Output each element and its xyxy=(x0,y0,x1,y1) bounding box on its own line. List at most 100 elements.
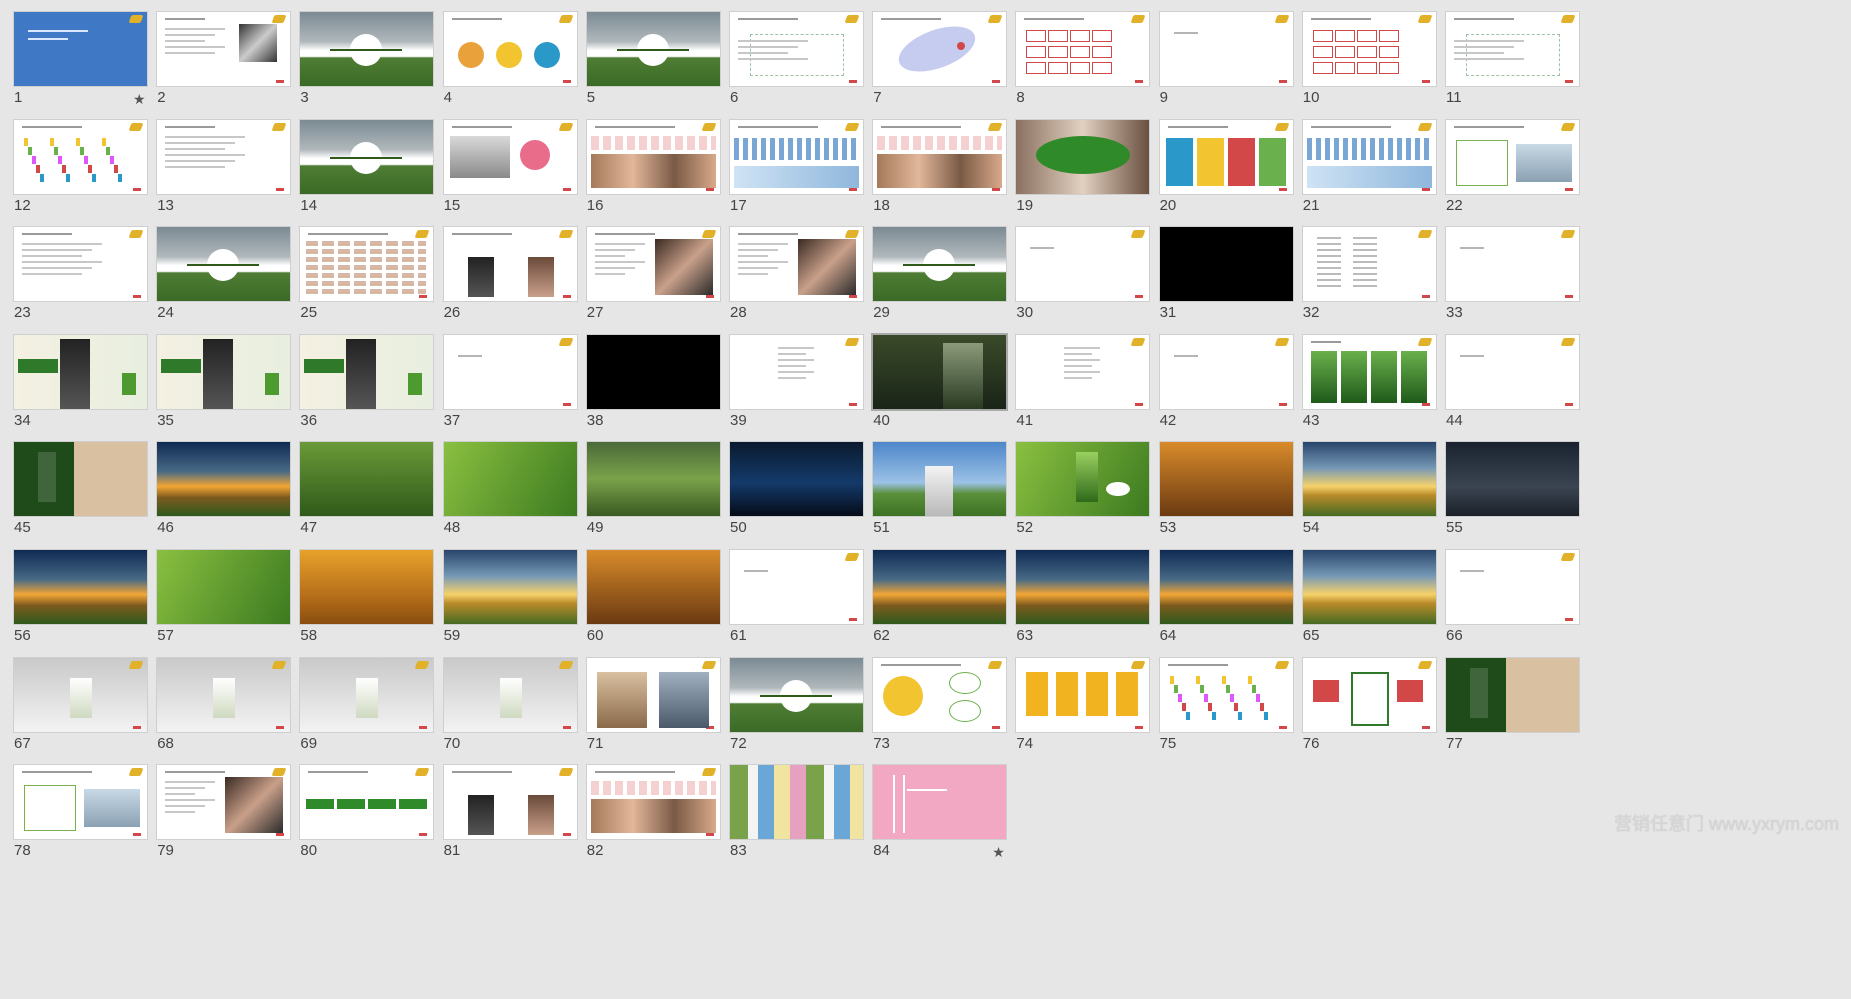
slide-preview[interactable] xyxy=(443,657,577,732)
slide-preview[interactable] xyxy=(443,765,577,840)
slide-thumbnail-22[interactable]: 22 xyxy=(1443,117,1583,222)
slide-preview[interactable] xyxy=(873,227,1007,302)
slide-preview[interactable] xyxy=(443,550,577,624)
slide-preview[interactable] xyxy=(1302,12,1436,86)
slide-thumbnail-36[interactable]: 36 xyxy=(297,332,437,437)
slide-preview[interactable] xyxy=(586,12,720,86)
slide-preview[interactable] xyxy=(443,227,577,302)
slide-thumbnail-52[interactable]: 52 xyxy=(1013,439,1153,544)
slide-preview[interactable] xyxy=(1446,550,1579,624)
slide-thumbnail-29[interactable]: 29 xyxy=(870,224,1010,329)
slide-preview[interactable] xyxy=(1446,119,1579,194)
slide-thumbnail-39[interactable]: 39 xyxy=(727,332,867,437)
slide-thumbnail-13[interactable]: 13 xyxy=(154,117,294,222)
slide-preview[interactable] xyxy=(1446,334,1579,409)
slide-thumbnail-2[interactable]: 2 xyxy=(154,9,294,114)
slide-preview[interactable] xyxy=(157,12,291,86)
slide-preview[interactable] xyxy=(1159,334,1293,409)
slide-preview[interactable] xyxy=(730,119,863,194)
slide-thumbnail-20[interactable]: 20 xyxy=(1157,117,1297,222)
slide-thumbnail-15[interactable]: 15 xyxy=(441,117,581,222)
slide-preview[interactable] xyxy=(14,12,147,86)
slide-preview[interactable] xyxy=(730,12,863,86)
slide-preview[interactable] xyxy=(873,657,1007,732)
slide-thumbnail-60[interactable]: 60 xyxy=(584,547,724,652)
slide-thumbnail-62[interactable]: 62 xyxy=(870,547,1010,652)
slide-thumbnail-7[interactable]: 7 xyxy=(870,9,1010,114)
slide-preview[interactable] xyxy=(586,334,720,409)
slide-preview[interactable] xyxy=(300,334,434,409)
slide-thumbnail-66[interactable]: 66 xyxy=(1443,547,1583,652)
slide-thumbnail-59[interactable]: 59 xyxy=(441,547,581,652)
slide-thumbnail-10[interactable]: 10 xyxy=(1300,9,1440,114)
slide-preview[interactable] xyxy=(873,442,1007,517)
slide-thumbnail-68[interactable]: 68 xyxy=(154,655,294,760)
slide-preview[interactable] xyxy=(300,119,434,194)
slide-preview[interactable] xyxy=(586,657,720,732)
slide-thumbnail-16[interactable]: 16 xyxy=(584,117,724,222)
slide-thumbnail-77[interactable]: 77 xyxy=(1443,655,1583,760)
slide-thumbnail-50[interactable]: 50 xyxy=(727,439,867,544)
slide-thumbnail-25[interactable]: 25 xyxy=(297,224,437,329)
slide-thumbnail-80[interactable]: 80 xyxy=(297,762,437,867)
slide-thumbnail-73[interactable]: 73 xyxy=(870,655,1010,760)
slide-preview[interactable] xyxy=(1302,657,1436,732)
slide-preview[interactable] xyxy=(873,119,1007,194)
slide-preview[interactable] xyxy=(157,442,291,517)
slide-preview[interactable] xyxy=(586,227,720,302)
slide-preview[interactable] xyxy=(873,12,1007,86)
slide-thumbnail-1[interactable]: 1 ★ xyxy=(11,9,151,114)
slide-thumbnail-12[interactable]: 12 xyxy=(11,117,151,222)
slide-thumbnail-45[interactable]: 45 xyxy=(11,439,151,544)
slide-thumbnail-27[interactable]: 27 xyxy=(584,224,724,329)
slide-thumbnail-82[interactable]: 82 xyxy=(584,762,724,867)
slide-thumbnail-57[interactable]: 57 xyxy=(154,547,294,652)
slide-thumbnail-56[interactable]: 56 xyxy=(11,547,151,652)
slide-preview[interactable] xyxy=(157,657,291,732)
slide-preview[interactable] xyxy=(1016,657,1150,732)
slide-preview[interactable] xyxy=(1159,442,1293,517)
slide-thumbnail-47[interactable]: 47 xyxy=(297,439,437,544)
slide-thumbnail-49[interactable]: 49 xyxy=(584,439,724,544)
slide-thumbnail-4[interactable]: 4 xyxy=(441,9,581,114)
slide-thumbnail-34[interactable]: 34 xyxy=(11,332,151,437)
slide-thumbnail-83[interactable]: 83 xyxy=(727,762,867,867)
slide-preview[interactable] xyxy=(14,442,147,517)
slide-thumbnail-69[interactable]: 69 xyxy=(297,655,437,760)
slide-preview[interactable] xyxy=(1302,119,1436,194)
slide-thumbnail-17[interactable]: 17 xyxy=(727,117,867,222)
slide-preview[interactable] xyxy=(14,765,147,840)
slide-thumbnail-32[interactable]: 32 xyxy=(1300,224,1440,329)
slide-preview[interactable] xyxy=(300,12,434,86)
slide-preview[interactable] xyxy=(14,119,147,194)
slide-preview[interactable] xyxy=(300,442,434,517)
slide-thumbnail-24[interactable]: 24 xyxy=(154,224,294,329)
slide-preview[interactable] xyxy=(157,765,291,840)
slide-preview[interactable] xyxy=(157,550,291,624)
slide-preview[interactable] xyxy=(443,119,577,194)
slide-thumbnail-11[interactable]: 11 xyxy=(1443,9,1583,114)
slide-preview[interactable] xyxy=(1302,334,1436,409)
slide-preview[interactable] xyxy=(443,12,577,86)
slide-thumbnail-19[interactable]: 19 xyxy=(1013,117,1153,222)
slide-preview[interactable] xyxy=(1159,550,1293,624)
slide-preview[interactable] xyxy=(14,550,147,624)
slide-thumbnail-72[interactable]: 72 xyxy=(727,655,867,760)
slide-preview[interactable] xyxy=(1302,227,1436,302)
slide-thumbnail-35[interactable]: 35 xyxy=(154,332,294,437)
slide-thumbnail-9[interactable]: 9 xyxy=(1157,9,1297,114)
slide-thumbnail-81[interactable]: 81 xyxy=(441,762,581,867)
slide-preview[interactable] xyxy=(300,550,434,624)
slide-preview[interactable] xyxy=(1159,657,1293,732)
slide-thumbnail-44[interactable]: 44 xyxy=(1443,332,1583,437)
slide-preview[interactable] xyxy=(300,765,434,840)
slide-preview[interactable] xyxy=(873,765,1007,840)
slide-preview[interactable] xyxy=(1446,442,1579,517)
slide-preview[interactable] xyxy=(14,334,147,409)
slide-preview[interactable] xyxy=(730,765,863,840)
slide-thumbnail-84[interactable]: 84 ★ xyxy=(870,762,1010,867)
slide-thumbnail-64[interactable]: 64 xyxy=(1157,547,1297,652)
slide-thumbnail-5[interactable]: 5 xyxy=(584,9,724,114)
slide-thumbnail-61[interactable]: 61 xyxy=(727,547,867,652)
slide-thumbnail-67[interactable]: 67 xyxy=(11,655,151,760)
